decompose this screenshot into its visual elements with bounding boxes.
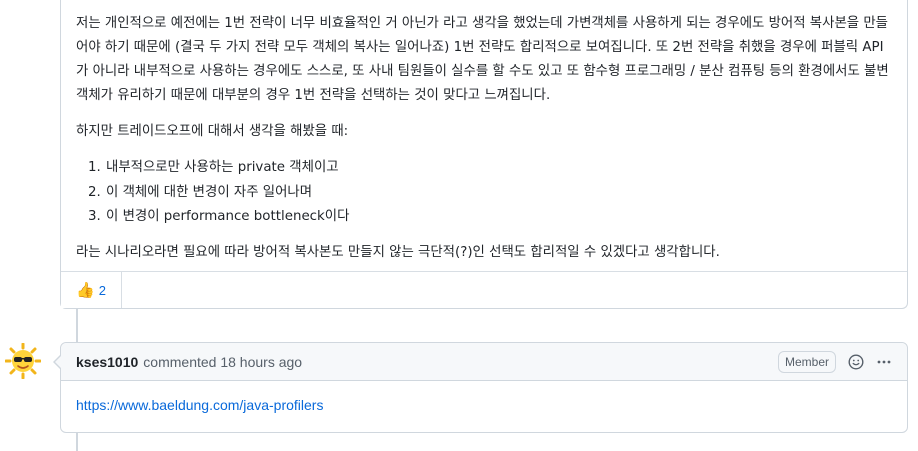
list-item: 이 객체에 대한 변경이 자주 일어나며 [105, 181, 892, 206]
comment-body: 저는 개인적으로 예전에는 1번 전략이 너무 비효율적인 거 아닌가 라고 생… [61, 0, 907, 265]
comment-box: kses1010 commented 18 hours ago Member h… [53, 342, 908, 433]
member-badge: Member [777, 350, 836, 373]
smiley-icon [848, 353, 864, 370]
more-options-button[interactable] [876, 354, 892, 370]
add-reaction-button[interactable] [848, 353, 864, 370]
comment-body: https://www.baeldung.com/java-profilers [61, 381, 907, 429]
timeline-connector [76, 432, 78, 451]
thumbs-up-icon: 👍 [76, 281, 95, 299]
issue-timeline: 저는 개인적으로 예전에는 1번 전략이 너무 비효율적인 거 아닌가 라고 생… [0, 0, 918, 451]
comment-paragraph: 저는 개인적으로 예전에는 1번 전략이 너무 비효율적인 거 아닌가 라고 생… [76, 16, 889, 103]
list-item: 이 변경이 performance bottleneck이다 [105, 205, 892, 230]
comment-header: kses1010 commented 18 hours ago Member [61, 343, 907, 381]
comment-box: 저는 개인적으로 예전에는 1번 전략이 너무 비효율적인 거 아닌가 라고 생… [60, 0, 908, 309]
avatar[interactable] [4, 342, 42, 380]
sun-sunglasses-avatar-icon [4, 342, 42, 380]
comment-paragraph: 하지만 트레이드오프에 대해서 생각을 해봤을 때: [76, 124, 349, 139]
comment-timestamp[interactable]: commented 18 hours ago [143, 354, 302, 370]
timeline-connector [76, 308, 78, 344]
comment-paragraph: 라는 시나리오라면 필요에 따라 방어적 복사본도 만들지 않는 극단적(?)인… [76, 244, 720, 260]
kebab-horizontal-icon [877, 360, 891, 363]
ordered-list: 내부적으로만 사용하는 private 객체이고 이 객체에 대한 변경이 자주… [76, 156, 892, 230]
thumbs-up-reaction-button[interactable]: 👍 2 [61, 272, 122, 308]
reaction-count: 2 [98, 282, 106, 298]
comment-author[interactable]: kses1010 [76, 354, 138, 370]
reactions-bar: 👍 2 [61, 271, 907, 308]
list-item: 내부적으로만 사용하는 private 객체이고 [105, 156, 892, 181]
profilers-link[interactable]: https://www.baeldung.com/java-profilers [76, 397, 323, 413]
